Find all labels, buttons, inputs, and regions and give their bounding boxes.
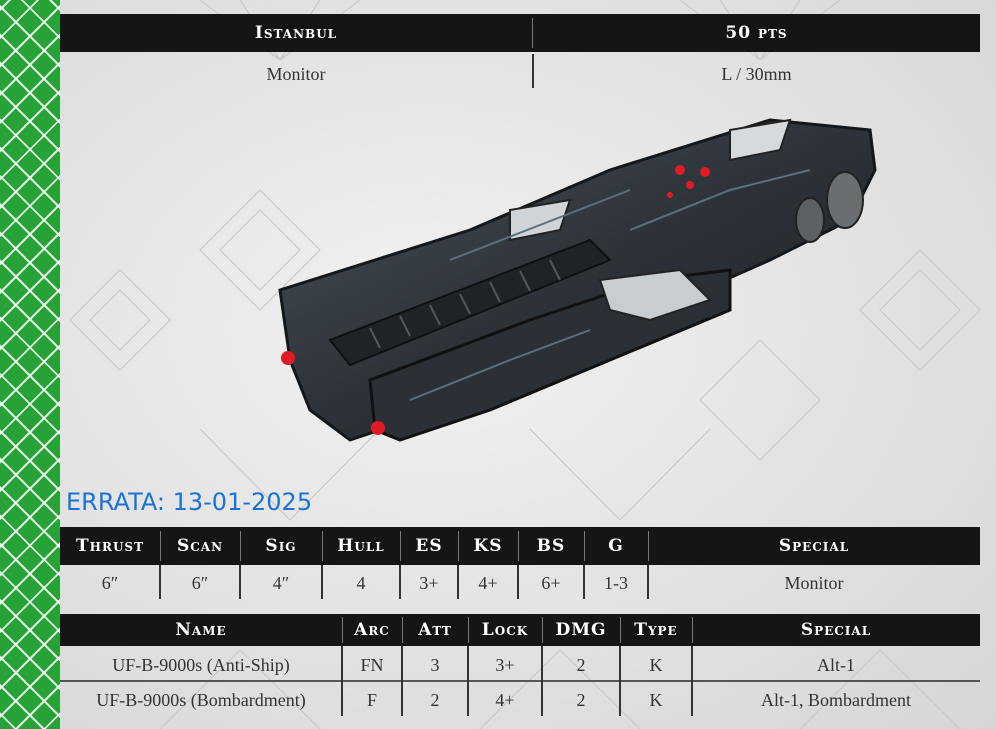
stat-header-thrust: Thrust (75, 536, 145, 556)
weapons-divider (541, 646, 543, 716)
stat-special: Monitor (784, 573, 844, 593)
stat-es: 3+ (419, 573, 439, 593)
stat-header-ks: KS (473, 536, 503, 556)
errata-date: ERRATA: 13-01-2025 (66, 488, 313, 516)
stat-header-hull: Hull (337, 536, 385, 556)
stat-header-scan: Scan (176, 536, 224, 556)
weapon-header-dmg: DMG (555, 620, 607, 640)
stat-ks: 4+ (478, 573, 498, 593)
stat-header-g: G (608, 536, 624, 556)
stats-divider (239, 565, 241, 599)
weapon-dmg: 2 (576, 655, 586, 675)
header-info-divider (532, 54, 534, 88)
stats-header-divider (322, 531, 323, 561)
stat-scan: 6″ (191, 573, 209, 593)
weapons-divider (467, 646, 469, 716)
stats-header-divider (160, 531, 161, 561)
stats-divider (399, 565, 401, 599)
weapon-type: K (649, 655, 663, 675)
weapon-header-lock: Lock (481, 620, 529, 640)
weapon-arc: FN (360, 655, 384, 675)
stat-g: 1-3 (604, 573, 628, 593)
stats-header-divider (648, 531, 649, 561)
weapon-header-att: Att (418, 620, 452, 640)
weapon-row: UF-B-9000s (Anti-Ship) FN 3 3+ 2 K Alt-1 (60, 648, 980, 682)
stats-header-divider (518, 531, 519, 561)
green-chevron-border (0, 0, 60, 729)
stat-bs: 6+ (541, 573, 561, 593)
stats-divider (583, 565, 585, 599)
weapon-att: 3 (430, 655, 440, 675)
stats-divider (321, 565, 323, 599)
stat-header-es: ES (415, 536, 443, 556)
weapon-dmg: 2 (576, 690, 586, 710)
weapon-arc: F (366, 690, 377, 710)
weapon-special: Alt-1 (817, 655, 855, 675)
weapon-lock: 4+ (495, 690, 515, 710)
weapons-header-divider (692, 617, 693, 643)
stat-header-special: Special (778, 536, 850, 556)
stat-sig: 4″ (272, 573, 290, 593)
weapon-att: 2 (430, 690, 440, 710)
weapon-lock: 3+ (495, 655, 515, 675)
stats-divider (457, 565, 459, 599)
weapons-header-divider (542, 617, 543, 643)
ship-size: L / 30mm (721, 64, 792, 84)
stats-header-divider (584, 531, 585, 561)
weapons-header-bar: Name Arc Att Lock DMG Type Special (60, 614, 980, 646)
stats-value-row: 6″ 6″ 4″ 4 3+ 4+ 6+ 1-3 Monitor (60, 566, 980, 600)
stats-header-divider (458, 531, 459, 561)
stats-divider (647, 565, 649, 599)
weapon-type: K (649, 690, 663, 710)
ship-name: Istanbul (254, 23, 338, 43)
weapons-header-divider (342, 617, 343, 643)
stats-header-divider (240, 531, 241, 561)
ship-class: Monitor (266, 64, 326, 84)
weapons-row-divider (60, 680, 980, 682)
ship-card: Istanbul 50 pts Monitor L / 30mm ERRATA:… (60, 0, 996, 729)
weapons-divider (401, 646, 403, 716)
weapon-row: UF-B-9000s (Bombardment) F 2 4+ 2 K Alt-… (60, 683, 980, 717)
weapon-special: Alt-1, Bombardment (761, 690, 911, 710)
stats-divider (159, 565, 161, 599)
weapons-header-divider (402, 617, 403, 643)
header-bar: Istanbul 50 pts (60, 14, 980, 52)
stats-header-divider (400, 531, 401, 561)
ship-model-image (278, 118, 877, 442)
ship-points: 50 pts (725, 23, 788, 43)
header-info-row: Monitor L / 30mm (60, 57, 980, 91)
weapon-header-type: Type (634, 620, 678, 640)
weapon-header-special: Special (800, 620, 872, 640)
stat-header-sig: Sig (265, 536, 297, 556)
weapons-divider (619, 646, 621, 716)
weapon-name: UF-B-9000s (Anti-Ship) (112, 655, 290, 675)
stats-header-bar: Thrust Scan Sig Hull ES KS BS G Special (60, 527, 980, 565)
stat-header-bs: BS (536, 536, 566, 556)
stats-divider (517, 565, 519, 599)
stat-hull: 4 (356, 573, 366, 593)
weapon-header-arc: Arc (354, 620, 390, 640)
stat-thrust: 6″ (101, 573, 119, 593)
weapons-header-divider (620, 617, 621, 643)
weapons-header-divider (468, 617, 469, 643)
weapons-divider (691, 646, 693, 716)
weapons-divider (341, 646, 343, 716)
weapon-name: UF-B-9000s (Bombardment) (96, 690, 306, 710)
weapon-header-name: Name (175, 620, 227, 640)
